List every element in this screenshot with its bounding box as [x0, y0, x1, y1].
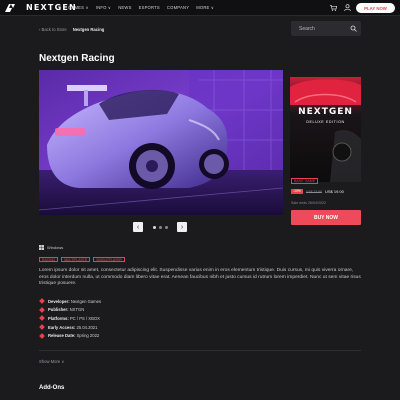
fact-value: NXTGN — [69, 307, 85, 313]
platform-info: Windows — [39, 245, 63, 250]
carousel-next-button[interactable]: › — [177, 222, 187, 232]
page-title: Nextgen Racing — [39, 53, 115, 64]
current-price: US$ 19.00 — [324, 189, 344, 194]
main-nav: GAMES ∨ INFO ∨ NEWS ESPORTS COMPANY MORE… — [68, 5, 214, 10]
platform-label: Windows — [47, 245, 64, 250]
fact-key: Early Access: — [48, 324, 76, 330]
game-facts-list: Developer: Nextgen Games Publisher: NXTG… — [39, 297, 279, 340]
tag-singleplayer[interactable]: SINGLEPLAYER — [93, 257, 125, 262]
tag-list: RACING MULTIPLAYER SINGLEPLAYER — [39, 257, 125, 262]
show-more-link[interactable]: Show More ∨ — [39, 359, 64, 364]
fact-value: 25.04.2021 — [76, 324, 98, 330]
tag-multiplayer[interactable]: MULTIPLAYER — [61, 257, 91, 262]
nav-item-news[interactable]: NEWS — [118, 5, 131, 10]
list-item: Publisher: NXTGN — [39, 306, 279, 315]
tag-racing[interactable]: RACING — [39, 257, 59, 262]
edition-badge: BASE GAME — [291, 178, 319, 184]
nav-item-more[interactable]: MORE ∨ — [196, 5, 214, 10]
hero-screenshot — [39, 70, 283, 215]
discount-badge: -10% — [291, 189, 303, 194]
diamond-bullet-icon — [39, 307, 45, 313]
box-art-title: NEXTGEN — [298, 107, 353, 117]
logo-icon[interactable] — [5, 4, 15, 12]
carousel-dot[interactable] — [153, 226, 156, 229]
nav-item-company[interactable]: COMPANY — [167, 5, 189, 10]
play-now-button[interactable]: PLAY NOW — [356, 3, 395, 13]
sale-end-text: Sale ends 26/04/2022 — [291, 201, 326, 205]
breadcrumb-current: Nextgen Racing — [72, 27, 105, 32]
nav-item-esports[interactable]: ESPORTS — [139, 5, 160, 10]
fact-value: PC / PS / XBOX — [69, 315, 100, 321]
search-box[interactable]: Search — [291, 21, 361, 36]
user-icon[interactable] — [344, 4, 351, 11]
diamond-bullet-icon — [39, 315, 45, 322]
carousel-prev-button[interactable]: ‹ — [133, 222, 143, 232]
box-art-background — [290, 77, 361, 182]
carousel-dot[interactable] — [159, 226, 162, 229]
fact-value: Spring 2022 — [76, 333, 100, 339]
breadcrumb: ‹ Back to Store Nextgen Racing — [39, 27, 104, 32]
top-navigation-bar: NEXTGEN GAMES ∨ INFO ∨ NEWS ESPORTS COMP… — [0, 0, 400, 16]
search-input[interactable]: Search — [299, 26, 315, 32]
nav-item-games[interactable]: GAMES ∨ — [68, 5, 89, 10]
section-divider — [39, 350, 361, 351]
carousel-dot[interactable] — [165, 226, 168, 229]
carousel-controls: ‹ › — [133, 222, 187, 232]
list-item: Early Access: 25.04.2021 — [39, 323, 279, 332]
price-row: -10% US$ 23.99 US$ 19.00 — [291, 189, 344, 194]
list-item: Developer: Nextgen Games — [39, 297, 279, 306]
addons-heading: Add-Ons — [39, 385, 65, 391]
cart-icon[interactable] — [330, 5, 337, 11]
diamond-bullet-icon — [39, 324, 45, 330]
fact-key: Platforms: — [48, 315, 69, 321]
original-price: US$ 23.99 — [305, 189, 322, 194]
diamond-bullet-icon — [39, 332, 45, 339]
game-description: Lorem ipsum dolor sit amet, consectetur … — [39, 268, 361, 287]
windows-icon — [39, 245, 44, 250]
fact-value: Nextgen Games — [70, 298, 102, 304]
list-item: Platforms: PC / PS / XBOX — [39, 314, 279, 323]
fact-key: Developer: — [48, 298, 70, 304]
search-icon[interactable] — [350, 25, 357, 32]
fact-key: Publisher: — [48, 307, 69, 313]
box-art-image: NEXTGEN DELUXE EDITION — [290, 77, 361, 182]
buy-now-button[interactable]: BUY NOW — [291, 210, 361, 225]
diamond-bullet-icon — [39, 298, 45, 305]
hero-car-image — [39, 70, 283, 215]
fact-key: Release Date: — [48, 333, 76, 339]
box-art-subtitle: DELUXE EDITION — [306, 120, 345, 124]
list-item: Release Date: Spring 2022 — [39, 331, 279, 340]
back-to-store-link[interactable]: ‹ Back to Store — [39, 27, 67, 32]
nav-item-info[interactable]: INFO ∨ — [96, 5, 111, 10]
